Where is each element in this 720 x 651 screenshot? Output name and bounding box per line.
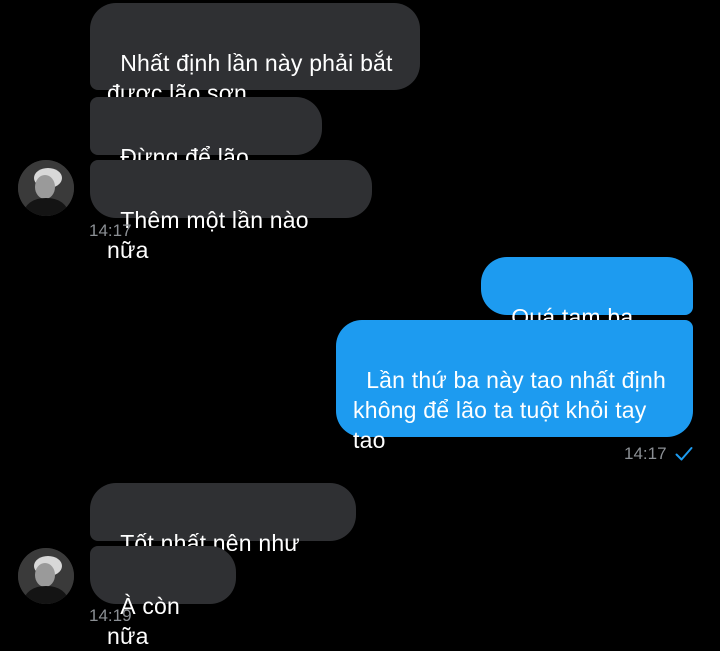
- timestamp: 14:17: [89, 221, 132, 240]
- incoming-message[interactable]: À còn nữa: [90, 546, 236, 649]
- avatar-image: [18, 548, 74, 604]
- avatar-image: [18, 160, 74, 216]
- message-text: Lần thứ ba này tao nhất định không để lã…: [353, 367, 666, 453]
- avatar[interactable]: [18, 548, 74, 604]
- incoming-message[interactable]: Nhất định lần này phải bắt được lão sơn: [90, 3, 420, 106]
- check-icon: [675, 447, 693, 461]
- incoming-message[interactable]: Đừng để lão thoát: [90, 97, 322, 200]
- outgoing-message[interactable]: Lần thứ ba này tao nhất định không để lã…: [336, 320, 693, 453]
- message-text: Thêm một lần nào nữa: [107, 207, 316, 263]
- incoming-message[interactable]: Thêm một lần nào nữa: [90, 160, 372, 263]
- outgoing-message[interactable]: Quá tam ba bận: [481, 257, 693, 360]
- timestamp: 14:17: [624, 444, 667, 463]
- timestamp: 14:19: [89, 606, 132, 625]
- avatar[interactable]: [18, 160, 74, 216]
- incoming-message[interactable]: Tốt nhất nên như vậy: [90, 483, 356, 586]
